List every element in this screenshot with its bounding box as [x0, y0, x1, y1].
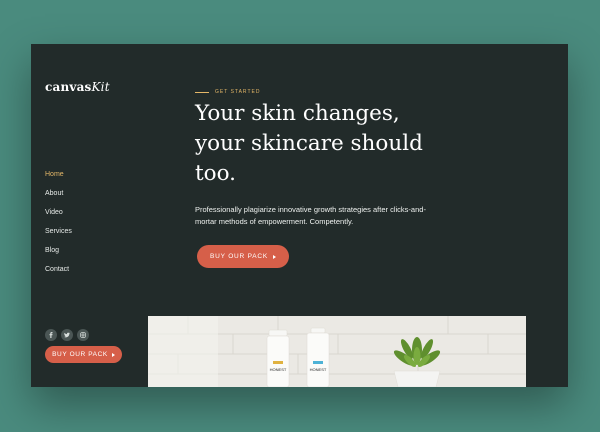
instagram-icon[interactable] [77, 329, 89, 341]
facebook-icon[interactable] [45, 329, 57, 341]
hero-eyebrow: GET STARTED [195, 89, 260, 95]
eyebrow-divider [195, 91, 209, 93]
nav-item-video[interactable]: Video [45, 208, 72, 227]
logo-italic-text: Kit [91, 80, 110, 94]
nav-item-about[interactable]: About [45, 189, 72, 208]
nav-item-services[interactable]: Services [45, 227, 72, 246]
nav-item-home[interactable]: Home [45, 170, 72, 189]
hero-buy-pack-button[interactable]: BUY OUR PACK [197, 245, 289, 268]
hero-buy-pack-label: BUY OUR PACK [209, 253, 269, 260]
twitter-icon[interactable] [61, 329, 73, 341]
main-nav: Home About Video Services Blog Contact [45, 170, 72, 284]
social-links [45, 329, 89, 341]
play-arrow-icon [273, 254, 277, 259]
logo-bold-text: canvas [45, 80, 92, 94]
hero-subtext: Professionally plagiarize innovative gro… [195, 205, 426, 226]
hero-headline: Your skin changes, your skincare should … [195, 101, 423, 186]
nav-item-contact[interactable]: Contact [45, 265, 72, 284]
website-frame: canvasKit Home About Video Services Blog… [31, 44, 568, 387]
sidebar-buy-pack-label: BUY OUR PACK [52, 351, 108, 358]
product-photo: HONEST HONEST [148, 316, 526, 387]
play-arrow-icon [111, 352, 115, 357]
bottle-brand-label: HONEST [310, 367, 327, 372]
eyebrow-text: GET STARTED [215, 89, 261, 95]
nav-item-blog[interactable]: Blog [45, 246, 72, 265]
bottle-brand-label: HONEST [270, 367, 287, 372]
sidebar-buy-pack-button[interactable]: BUY OUR PACK [45, 346, 122, 363]
brand-logo[interactable]: canvasKit [45, 80, 110, 94]
